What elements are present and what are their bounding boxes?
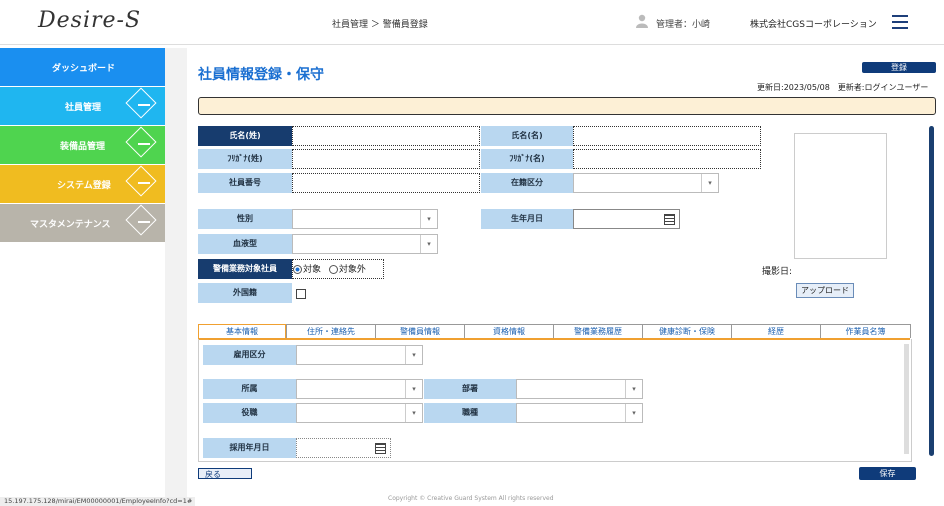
tab-qualification[interactable]: 資格情報 [464, 324, 553, 338]
tab-health[interactable]: 健康診断・保険 [642, 324, 731, 338]
collapse-diamond-icon[interactable] [125, 165, 157, 197]
affiliation-label: 所属 [203, 379, 296, 399]
guard-target-radio-group: 対象 対象外 [292, 259, 384, 279]
sidebar-item-master[interactable]: マスタメンテナンス [0, 204, 165, 242]
update-info: 更新日:2023/05/08 更新者:ログインユーザー [757, 83, 929, 92]
affiliation-select[interactable]: ▾ [296, 379, 423, 399]
guard-target-label: 警備業務対象社員 [198, 259, 292, 279]
employee-no-label: 社員番号 [198, 173, 292, 193]
chevron-down-icon: ▾ [625, 404, 642, 422]
job-type-label: 職種 [424, 403, 516, 423]
birthdate-label: 生年月日 [481, 209, 573, 229]
first-name-label: 氏名(名) [481, 126, 573, 146]
kana-first-label: ﾌﾘｶﾞﾅ(名) [481, 149, 573, 169]
sidebar-item-label: マスタメンテナンス [30, 220, 111, 230]
gender-label: 性別 [198, 209, 292, 229]
chevron-down-icon: ▾ [625, 380, 642, 398]
status-label: 在籍区分 [481, 173, 573, 193]
kana-last-label: ﾌﾘｶﾞﾅ(姓) [198, 149, 292, 169]
sidebar-item-label: 装備品管理 [60, 142, 106, 152]
minus-icon [138, 104, 150, 106]
user-icon [636, 14, 648, 28]
sidebar-item-employee[interactable]: 社員管理 [0, 87, 165, 125]
tab-guard[interactable]: 警備員情報 [375, 324, 464, 338]
breadcrumb: 社員管理 ＞ 警備員登録 [332, 20, 428, 30]
birthdate-input[interactable] [573, 209, 680, 229]
photo-frame [794, 133, 887, 259]
sidebar-item-label: システム登録 [57, 181, 111, 191]
app-logo[interactable]: Desire-S [38, 8, 141, 33]
photo-date-label: 撮影日: [762, 267, 793, 277]
calendar-icon[interactable] [664, 214, 675, 225]
app-header: Desire-S 社員管理 ＞ 警備員登録 管理者：小崎 株式会社CGSコーポレ… [0, 0, 944, 45]
chevron-down-icon: ▾ [701, 174, 718, 192]
calendar-icon[interactable] [375, 443, 386, 454]
tab-roster[interactable]: 作業員名簿 [820, 324, 911, 338]
tab-bar: 基本情報 住所・連絡先 警備員情報 資格情報 警備業務履歴 健康診断・保険 経歴… [198, 324, 911, 340]
sidebar-gutter [165, 48, 187, 498]
upload-button[interactable]: アップロード [796, 283, 854, 298]
tab-basic[interactable]: 基本情報 [198, 324, 286, 338]
chevron-down-icon: ▾ [405, 346, 422, 364]
status-url: 15.197.175.128/mirai/EM00000001/Employee… [0, 497, 195, 506]
company-name: 株式会社CGSコーポレーション [750, 20, 877, 30]
collapse-diamond-icon[interactable] [125, 204, 157, 236]
save-button[interactable]: 保存 [859, 467, 916, 480]
sidebar: ダッシュボード 社員管理 装備品管理 システム登録 マスタメンテナンス [0, 48, 165, 498]
chevron-down-icon: ▾ [420, 210, 437, 228]
collapse-diamond-icon[interactable] [125, 126, 157, 158]
tab-career[interactable]: 経歴 [731, 324, 820, 338]
first-name-input[interactable] [573, 126, 761, 146]
department-label: 部署 [424, 379, 516, 399]
foreigner-checkbox[interactable] [296, 289, 306, 299]
radio-not-target[interactable] [328, 265, 338, 274]
blood-type-label: 血液型 [198, 234, 292, 254]
employment-type-select[interactable]: ▾ [296, 345, 423, 365]
sidebar-item-dashboard[interactable]: ダッシュボード [0, 48, 165, 86]
chevron-down-icon: ▾ [405, 380, 422, 398]
user-name: 管理者：小崎 [656, 20, 711, 30]
minus-icon [138, 143, 150, 145]
sidebar-item-system[interactable]: システム登録 [0, 165, 165, 203]
chevron-down-icon: ▾ [405, 404, 422, 422]
chevron-down-icon: ▾ [420, 235, 437, 253]
position-label: 役職 [203, 403, 296, 423]
gender-select[interactable]: ▾ [292, 209, 438, 229]
tab-address[interactable]: 住所・連絡先 [286, 324, 375, 338]
minus-icon [138, 221, 150, 223]
page-title: 社員情報登録・保守 [198, 67, 324, 83]
hamburger-menu-icon[interactable] [892, 15, 908, 29]
minus-icon [138, 182, 150, 184]
last-name-label: 氏名(姓) [198, 126, 292, 146]
job-type-select[interactable]: ▾ [516, 403, 643, 423]
radio-target[interactable] [293, 265, 302, 274]
sidebar-item-label: ダッシュボード [52, 64, 116, 74]
radio-not-target-label: 対象外 [338, 265, 366, 275]
message-bar [198, 97, 936, 115]
employment-type-label: 雇用区分 [203, 345, 296, 365]
status-select[interactable]: ▾ [573, 173, 719, 193]
copyright: Copyright © Creative Guard System All ri… [388, 495, 554, 502]
kana-last-input[interactable] [292, 149, 480, 169]
radio-target-label: 対象 [303, 265, 322, 275]
foreigner-label: 外国籍 [198, 283, 292, 303]
sidebar-item-equipment[interactable]: 装備品管理 [0, 126, 165, 164]
hire-date-input[interactable] [296, 438, 391, 458]
kana-first-input[interactable] [573, 149, 761, 169]
collapse-diamond-icon[interactable] [125, 87, 157, 119]
page-scrollbar[interactable] [928, 126, 935, 456]
panel-scrollbar[interactable] [904, 344, 909, 454]
blood-type-select[interactable]: ▾ [292, 234, 438, 254]
last-name-input[interactable] [292, 126, 480, 146]
back-button[interactable]: 戻る [198, 468, 252, 479]
hire-date-label: 採用年月日 [203, 438, 296, 458]
position-select[interactable]: ▾ [296, 403, 423, 423]
sidebar-item-label: 社員管理 [65, 103, 102, 113]
tab-history[interactable]: 警備業務履歴 [553, 324, 642, 338]
department-select[interactable]: ▾ [516, 379, 643, 399]
employee-no-input[interactable] [292, 173, 480, 193]
register-button[interactable]: 登録 [862, 62, 936, 73]
